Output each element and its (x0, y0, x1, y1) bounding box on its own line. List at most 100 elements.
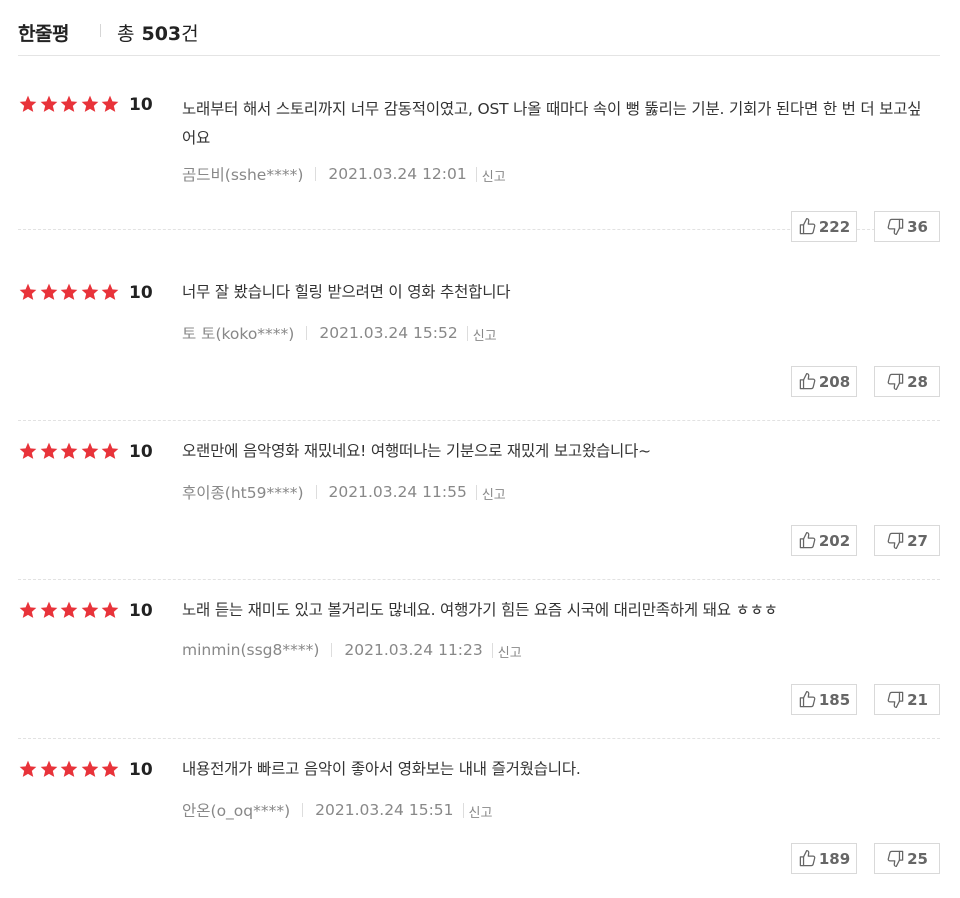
star-icon (18, 441, 39, 461)
star-icon (59, 94, 80, 114)
dislike-count: 27 (907, 531, 928, 550)
star-rating (18, 282, 121, 304)
review-meta: 후이종(ht59****) 2021.03.24 11:55 신고 (182, 481, 506, 503)
star-icon (39, 282, 60, 302)
thumbs-up-icon (799, 217, 816, 235)
review-date: 2021.03.24 12:01 (328, 165, 467, 183)
review-text: 너무 잘 봤습니다 힐링 받으려면 이 영화 추천합니다 (182, 283, 511, 301)
review-item: 10 내용전개가 빠르고 음악이 좋아서 영화보는 내내 즐거웠습니다. 안온(… (18, 739, 940, 898)
thumbs-down-icon (887, 850, 904, 868)
divider (466, 325, 468, 341)
divider (475, 484, 477, 500)
dislike-button[interactable]: 25 (874, 843, 940, 874)
dislike-button[interactable]: 27 (874, 525, 940, 556)
like-button[interactable]: 208 (791, 366, 857, 397)
report-link[interactable]: 신고 (469, 802, 493, 821)
divider (462, 802, 464, 818)
thumbs-down-icon (887, 373, 904, 391)
review-author: minmin(ssg8****) (182, 641, 320, 659)
divider (302, 803, 304, 817)
star-rating (18, 600, 121, 622)
review-author: 토 토(koko****) (182, 325, 295, 343)
total-count: 503 (141, 23, 182, 45)
review-text: 오랜만에 음악영화 재밌네요! 여행떠나는 기분으로 재밌게 보고왔습니다~ (182, 442, 651, 460)
vote-buttons: 185 21 (791, 684, 940, 715)
star-icon (18, 759, 39, 779)
vote-buttons: 208 28 (791, 366, 940, 397)
review-item: 10 노래 듣는 재미도 있고 볼거리도 많네요. 여행가기 힘든 요즘 시국에… (18, 580, 940, 739)
report-link[interactable]: 신고 (482, 484, 506, 503)
star-rating (18, 94, 121, 116)
star-icon (100, 282, 121, 302)
star-icon (100, 600, 121, 620)
like-count: 222 (818, 217, 851, 236)
dislike-count: 36 (907, 217, 928, 236)
star-icon (80, 282, 101, 302)
review-date: 2021.03.24 15:51 (315, 801, 454, 819)
star-icon (100, 759, 121, 779)
like-count: 185 (818, 690, 851, 709)
thumbs-up-icon (799, 690, 816, 708)
total-count-label: 총 503건 (98, 19, 199, 46)
review-meta: 안온(o_oq****) 2021.03.24 15:51 신고 (182, 799, 492, 821)
star-icon (59, 759, 80, 779)
star-icon (59, 282, 80, 302)
review-text: 노래 듣는 재미도 있고 볼거리도 많네요. 여행가기 힘든 요즘 시국에 대리… (182, 601, 778, 619)
star-icon (39, 94, 60, 114)
divider (315, 485, 317, 499)
report-link[interactable]: 신고 (473, 325, 497, 344)
star-icon (39, 441, 60, 461)
vote-buttons: 189 25 (791, 843, 940, 874)
review-item: 10 너무 잘 봤습니다 힐링 받으려면 이 영화 추천합니다 토 토(koko… (18, 262, 940, 421)
star-rating (18, 441, 121, 463)
divider (315, 167, 317, 181)
star-icon (59, 441, 80, 461)
star-icon (80, 759, 101, 779)
star-icon (18, 94, 39, 114)
star-icon (80, 441, 101, 461)
report-link[interactable]: 신고 (498, 642, 522, 661)
thumbs-down-icon (887, 218, 904, 236)
thumbs-up-icon (799, 531, 816, 549)
dislike-count: 21 (907, 690, 928, 709)
review-text: 내용전개가 빠르고 음악이 좋아서 영화보는 내내 즐거웠습니다. (182, 760, 581, 778)
star-icon (100, 441, 121, 461)
divider (331, 643, 333, 657)
vote-buttons: 222 36 (791, 211, 940, 242)
review-meta: minmin(ssg8****) 2021.03.24 11:23 신고 (182, 639, 522, 661)
dislike-count: 25 (907, 849, 928, 868)
like-count: 208 (818, 372, 851, 391)
report-link[interactable]: 신고 (482, 166, 506, 185)
star-icon (80, 600, 101, 620)
section-header: 한줄평 총 503건 (18, 14, 940, 56)
review-date: 2021.03.24 11:55 (328, 483, 467, 501)
dislike-button[interactable]: 36 (874, 211, 940, 242)
like-button[interactable]: 202 (791, 525, 857, 556)
dislike-button[interactable]: 28 (874, 366, 940, 397)
divider (475, 166, 477, 182)
review-author: 안온(o_oq****) (182, 802, 291, 820)
star-icon (59, 600, 80, 620)
thumbs-up-icon (799, 372, 816, 390)
vote-buttons: 202 27 (791, 525, 940, 556)
total-suffix: 건 (181, 23, 199, 45)
thumbs-down-icon (887, 691, 904, 709)
thumbs-up-icon (799, 849, 816, 867)
review-score: 10 (129, 442, 153, 462)
review-item: 10 오랜만에 음악영화 재밌네요! 여행떠나는 기분으로 재밌게 보고왔습니다… (18, 421, 940, 580)
review-item: 10 노래부터 해서 스토리까지 너무 감동적이였고, OST 나올 때마다 속… (18, 71, 940, 242)
review-author: 후이종(ht59****) (182, 484, 304, 502)
like-count: 202 (818, 531, 851, 550)
review-score: 10 (129, 283, 153, 303)
star-icon (100, 94, 121, 114)
review-author: 곰드비(sshe****) (182, 166, 304, 184)
star-icon (39, 759, 60, 779)
like-button[interactable]: 185 (791, 684, 857, 715)
like-count: 189 (818, 849, 851, 868)
review-section: 한줄평 총 503건 10 노래부터 해서 스토리까지 너무 감동적이였고, OS… (0, 0, 960, 881)
dislike-button[interactable]: 21 (874, 684, 940, 715)
total-prefix: 총 (117, 23, 135, 45)
like-button[interactable]: 189 (791, 843, 857, 874)
star-icon (39, 600, 60, 620)
like-button[interactable]: 222 (791, 211, 857, 242)
